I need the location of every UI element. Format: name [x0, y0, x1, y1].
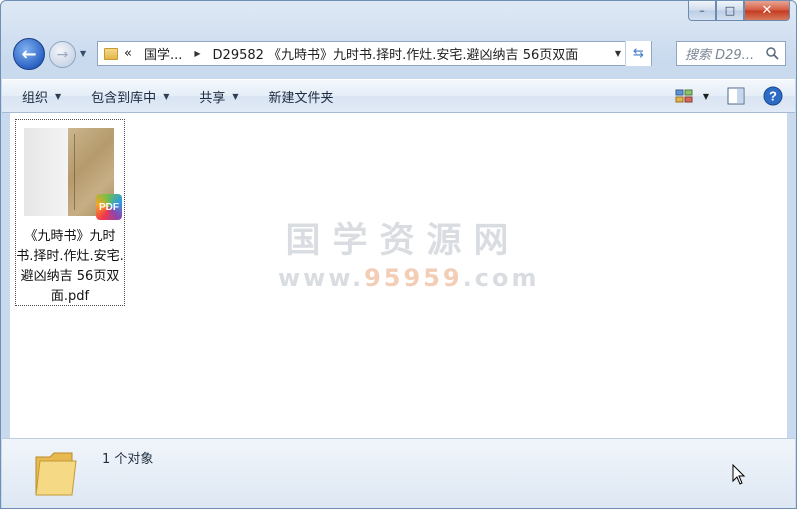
site-watermark: 国学资源网 www.95959.com: [278, 221, 536, 293]
back-arrow-icon: ←: [21, 43, 37, 65]
forward-arrow-icon: →: [56, 46, 69, 63]
preview-pane-icon[interactable]: [727, 87, 745, 105]
watermark-url-accent: 95959: [364, 264, 463, 292]
view-options-chevron-icon[interactable]: ▼: [703, 92, 709, 101]
refresh-icon: ⇆: [633, 46, 644, 61]
breadcrumb-segment-current[interactable]: D29582 《九時书》九时书.择时.作灶.安宅.避凶纳吉 56页双面: [213, 44, 579, 63]
thumbnail-blank-page: [24, 128, 69, 216]
explorer-window: – □ ✕ ← → ▼ « 国学... ▶ D29582 《九時书》九时书.择时…: [0, 0, 797, 509]
organize-label: 组织: [22, 90, 49, 106]
search-placeholder: 搜索 D29...: [685, 48, 755, 63]
chevron-down-icon: ▼: [163, 91, 170, 101]
view-controls: ▼ ?: [657, 86, 783, 106]
organize-menu[interactable]: 组织 ▼: [22, 87, 61, 106]
watermark-title: 国学资源网: [285, 221, 521, 261]
refresh-button[interactable]: ⇆: [625, 41, 651, 66]
watermark-url-suffix: .com: [462, 264, 540, 292]
mouse-pointer-icon: [732, 464, 746, 485]
recent-pages-dropdown[interactable]: ▼: [80, 49, 90, 59]
back-button[interactable]: ←: [13, 38, 45, 70]
search-icon: [766, 47, 779, 60]
file-list[interactable]: PDF 《九時书》九时书.择时.作灶.安宅.避凶纳吉 56页双面.pdf 国学资…: [10, 113, 787, 438]
svg-text:?: ?: [769, 89, 777, 104]
maximize-button[interactable]: □: [716, 1, 744, 21]
folder-icon: [104, 47, 118, 60]
search-input[interactable]: 搜索 D29...: [676, 41, 786, 66]
share-label: 共享: [199, 90, 226, 106]
folder-icon: [35, 452, 77, 496]
new-folder-button[interactable]: 新建文件夹: [269, 87, 334, 106]
close-button[interactable]: ✕: [744, 1, 790, 21]
address-bar[interactable]: « 国学... ▶ D29582 《九時书》九时书.择时.作灶.安宅.避凶纳吉 …: [97, 41, 652, 66]
caption-buttons: – □ ✕: [688, 1, 790, 23]
new-folder-label: 新建文件夹: [268, 90, 334, 106]
watermark-url: www.95959.com: [278, 263, 536, 293]
help-icon[interactable]: ?: [763, 86, 783, 106]
command-bar: 组织 ▼ 包含到库中 ▼ 共享 ▼ 新建文件夹 ▼ ?: [2, 79, 795, 113]
item-count: 1 个对象: [102, 452, 154, 467]
address-dropdown-icon[interactable]: ▼: [615, 49, 621, 58]
navigation-bar: ← → ▼ « 国学... ▶ D29582 《九時书》九时书.择时.作灶.安宅…: [9, 37, 788, 71]
breadcrumb-overflow[interactable]: «: [124, 46, 132, 61]
change-view-icon[interactable]: [675, 88, 693, 104]
watermark-url-prefix: www.: [278, 264, 365, 292]
include-in-library-menu[interactable]: 包含到库中 ▼: [91, 87, 169, 106]
include-library-label: 包含到库中: [91, 90, 157, 106]
pdf-file-icon: PDF: [96, 194, 122, 220]
chevron-down-icon: ▼: [55, 91, 62, 101]
file-item[interactable]: PDF 《九時书》九时书.择时.作灶.安宅.避凶纳吉 56页双面.pdf: [15, 119, 125, 306]
details-pane: 1 个对象: [2, 438, 795, 508]
file-name: 《九時书》九时书.择时.作灶.安宅.避凶纳吉 56页双面.pdf: [16, 229, 124, 304]
share-menu[interactable]: 共享 ▼: [199, 87, 238, 106]
forward-button[interactable]: →: [49, 41, 76, 68]
breadcrumb-chevron-icon[interactable]: ▶: [194, 49, 200, 58]
breadcrumb-segment-root[interactable]: 国学...: [144, 44, 182, 63]
minimize-button[interactable]: –: [688, 1, 716, 21]
chevron-down-icon: ▼: [232, 91, 239, 101]
